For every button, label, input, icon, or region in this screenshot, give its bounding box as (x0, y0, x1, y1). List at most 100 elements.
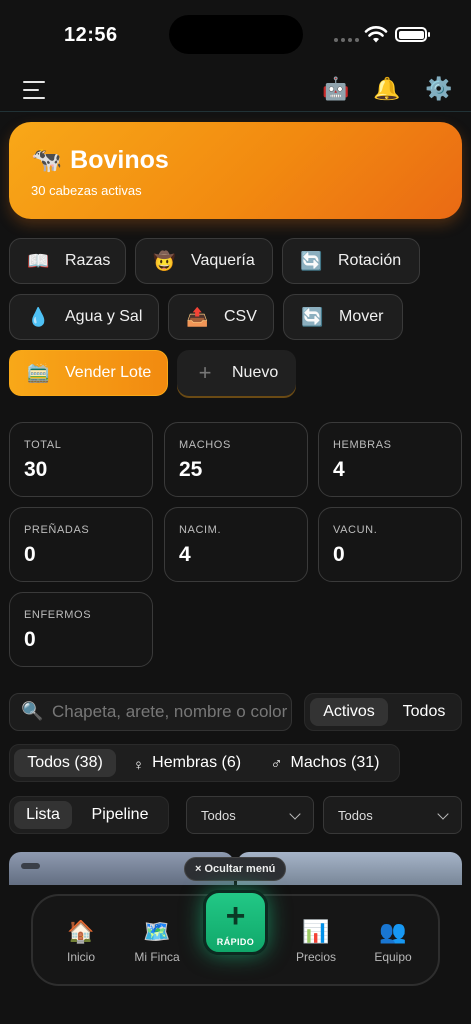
bell-icon[interactable]: 🔔 (373, 76, 400, 102)
dropdown-value: Todos (338, 807, 373, 823)
bar-chart-icon: 📊 (302, 919, 330, 944)
card-handle (21, 863, 40, 869)
chevron-down-icon (289, 808, 301, 820)
map-icon: 🗺️ (143, 919, 171, 944)
nav-label: Mi Finca (134, 950, 180, 964)
filter-dropdown-1[interactable]: Todos (186, 796, 314, 834)
stat-card-machos[interactable]: MACHOS 25 (164, 422, 308, 497)
battery-icon (395, 27, 430, 42)
active-heads-count: 30 cabezas activas (31, 183, 142, 198)
view-pipeline[interactable]: Pipeline (76, 801, 164, 829)
status-filter-toggle: Activos Todos (304, 693, 462, 731)
species-header-card: 🐄 Bovinos 30 cabezas activas (9, 122, 462, 219)
razas-label: Razas (65, 252, 111, 269)
droplet-icon: 💧 (27, 306, 50, 327)
stat-card-enfermos[interactable]: ENFERMOS 0 (9, 592, 153, 667)
stat-label: HEMBRAS (333, 439, 392, 451)
nav-label: Equipo (374, 950, 412, 964)
dropdown-value: Todos (201, 807, 236, 823)
filter-hembras-label: Hembras (6) (152, 754, 242, 771)
nuevo-label: Nuevo (232, 364, 279, 381)
hamburger-menu-icon[interactable] (23, 81, 45, 99)
nav-equipo[interactable]: 👥 Equipo (358, 918, 428, 964)
plus-icon: + (225, 897, 246, 935)
stat-value: 0 (24, 543, 36, 566)
search-input[interactable] (52, 694, 287, 730)
agua-sal-label: Agua y Sal (65, 308, 143, 325)
stat-label: ENFERMOS (24, 609, 92, 621)
vender-lote-button[interactable]: 🚞 Vender Lote (9, 350, 168, 396)
nav-precios[interactable]: 📊 Precios (281, 918, 351, 964)
dynamic-island (169, 15, 303, 54)
view-mode-toggle: Lista Pipeline (9, 796, 169, 834)
team-icon: 👥 (379, 919, 407, 944)
status-bar: 12:56 (0, 0, 471, 68)
search-icon: 🔍 (21, 701, 44, 721)
stat-label: NACIM. (179, 524, 222, 536)
quick-add-button[interactable]: + RÁPIDO (203, 890, 268, 955)
stat-value: 25 (179, 458, 203, 481)
nav-label: Inicio (66, 950, 95, 964)
rotacion-button[interactable]: 🔄 Rotación (282, 238, 420, 284)
female-icon: ♀ (132, 756, 145, 774)
filter-todos[interactable]: Todos (391, 698, 457, 726)
rotate-icon: 🔄 (301, 306, 324, 327)
chevron-down-icon (437, 808, 449, 820)
csv-button[interactable]: 📤 CSV (168, 294, 274, 340)
wifi-icon (364, 26, 388, 43)
stat-value: 30 (24, 458, 48, 481)
stat-label: PREÑADAS (24, 524, 90, 536)
filter-machos-label: Machos (31) (290, 754, 380, 771)
home-icon: 🏠 (67, 919, 95, 944)
cellular-signal-icon (334, 38, 359, 42)
vaqueria-button[interactable]: 🤠 Vaquería (135, 238, 273, 284)
stat-value: 0 (24, 628, 36, 651)
mover-button[interactable]: 🔄 Mover (283, 294, 403, 340)
filter-machos[interactable]: ♂ Machos (31) (260, 749, 390, 777)
filter-activos[interactable]: Activos (310, 698, 388, 726)
stat-card-nacimientos[interactable]: NACIM. 4 (164, 507, 308, 582)
stat-label: MACHOS (179, 439, 231, 451)
page-title: 🐄 Bovinos (31, 146, 169, 175)
stat-card-prenadas[interactable]: PREÑADAS 0 (9, 507, 153, 582)
outbox-icon: 📤 (186, 306, 209, 327)
stat-card-total[interactable]: TOTAL 30 (9, 422, 153, 497)
nav-mi-finca[interactable]: 🗺️ Mi Finca (122, 918, 192, 964)
vender-lote-label: Vender Lote (65, 364, 152, 381)
stat-card-hembras[interactable]: HEMBRAS 4 (318, 422, 462, 497)
rotate-icon: 🔄 (300, 250, 323, 271)
stat-value: 0 (333, 543, 345, 566)
csv-label: CSV (224, 308, 257, 325)
stat-label: VACUN. (333, 524, 378, 536)
plus-icon: + (198, 360, 212, 385)
search-box[interactable]: 🔍 (9, 693, 292, 731)
filter-hembras[interactable]: ♀ Hembras (6) (122, 749, 252, 777)
mover-label: Mover (339, 308, 384, 325)
cowboy-icon: 🤠 (153, 250, 176, 271)
hide-menu-button[interactable]: × Ocultar menú (184, 857, 287, 881)
book-icon: 📖 (27, 250, 50, 271)
cow-icon: 🐄 (31, 146, 63, 174)
nuevo-button[interactable]: + Nuevo (177, 350, 296, 396)
top-bar: 🤖 🔔 ⚙️ (0, 68, 471, 112)
nav-label: Precios (295, 950, 336, 964)
stat-card-vacunas[interactable]: VACUN. 0 (318, 507, 462, 582)
sex-filter-toggle: Todos (38) ♀ Hembras (6) ♂ Machos (31) (9, 744, 400, 782)
stat-label: TOTAL (24, 439, 62, 451)
quick-add-label: RÁPIDO (216, 937, 255, 947)
male-icon: ♂ (270, 756, 283, 773)
robot-icon[interactable]: 🤖 (322, 76, 349, 102)
stat-value: 4 (333, 458, 345, 481)
filter-sex-todos[interactable]: Todos (38) (14, 749, 116, 777)
agua-sal-button[interactable]: 💧 Agua y Sal (9, 294, 159, 340)
view-lista[interactable]: Lista (14, 801, 72, 829)
gear-icon[interactable]: ⚙️ (425, 76, 452, 102)
stat-value: 4 (179, 543, 191, 566)
razas-button[interactable]: 📖 Razas (9, 238, 126, 284)
page-title-text: Bovinos (70, 146, 169, 174)
vaqueria-label: Vaquería (191, 252, 255, 269)
rotacion-label: Rotación (338, 252, 402, 269)
filter-dropdown-2[interactable]: Todos (323, 796, 462, 834)
nav-inicio[interactable]: 🏠 Inicio (46, 918, 116, 964)
sell-icon: 🚞 (27, 362, 50, 383)
